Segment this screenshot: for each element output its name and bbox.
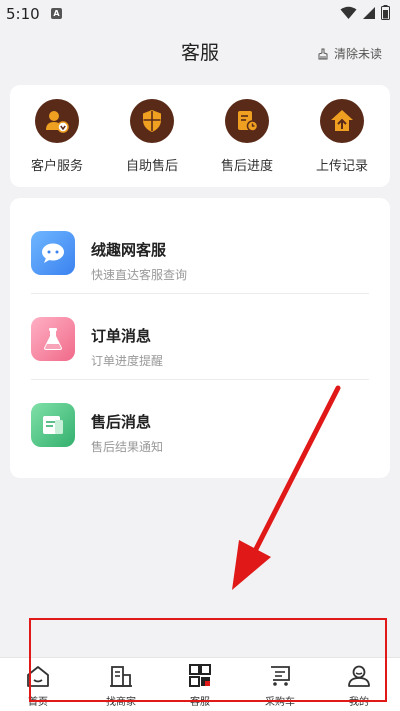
tab-customer-service[interactable]: 客服: [165, 664, 235, 708]
status-time: 5:10: [6, 5, 40, 23]
cart-icon: [271, 666, 290, 686]
progress-doc-icon: [225, 99, 269, 143]
clear-unread-button[interactable]: 清除未读: [317, 45, 382, 62]
quick-action-label: 客户服务: [30, 159, 83, 174]
tab-find-merchant[interactable]: 找商家: [86, 664, 156, 708]
message-title: 订单消息: [91, 327, 152, 345]
quick-action-progress[interactable]: 售后进度: [207, 99, 287, 174]
tab-mine[interactable]: 我的: [324, 664, 394, 708]
message-list-card: 绒趣网客服 快速直达客服查询 订单消息 订单进度提醒 售后消息 售后结果通知: [10, 198, 390, 478]
quick-action-label: 自助售后: [125, 159, 178, 174]
message-row-order[interactable]: 订单消息 订单进度提醒: [10, 294, 390, 380]
tab-label: 采购车: [265, 697, 295, 708]
profile-icon: [348, 665, 370, 687]
message-title: 绒趣网客服: [91, 241, 167, 259]
tab-label: 首页: [28, 697, 48, 708]
upload-icon: [320, 99, 364, 143]
customer-service-icon: [35, 99, 79, 143]
page-header: 客服 清除未读: [0, 28, 400, 76]
message-subtitle: 售后结果通知: [91, 440, 164, 454]
quick-action-customer-service[interactable]: 客户服务: [17, 99, 97, 174]
status-bar: 5:10 A: [0, 0, 400, 28]
broom-icon: [318, 48, 328, 59]
system-icons: [340, 5, 390, 20]
quick-action-self-service[interactable]: 自助售后: [112, 99, 192, 174]
message-subtitle: 订单进度提醒: [91, 354, 164, 368]
flask-icon: [31, 317, 75, 361]
message-row-customer-service[interactable]: 绒趣网客服 快速直达客服查询: [10, 208, 390, 294]
shield-icon: [130, 99, 174, 143]
signal-icon: [363, 6, 375, 19]
notification-icon: A: [51, 8, 62, 19]
message-title: 售后消息: [91, 413, 152, 431]
quick-action-label: 售后进度: [220, 159, 273, 174]
bottom-tab-bar: 首页 找商家 客服 采购车 我的: [0, 657, 400, 711]
quick-action-label: 上传记录: [315, 159, 368, 174]
message-row-after-sales[interactable]: 售后消息 售后结果通知: [10, 380, 390, 466]
quick-actions-card: 客户服务 自助售后 售后进度 上传记录: [10, 85, 390, 187]
tab-label: 我的: [349, 697, 369, 708]
tab-label: 客服: [190, 697, 210, 708]
battery-icon: [381, 5, 390, 20]
tab-purchase-cart[interactable]: 采购车: [245, 664, 315, 708]
grid-icon: [189, 664, 211, 687]
chat-bubble-icon: [31, 231, 75, 275]
message-subtitle: 快速直达客服查询: [91, 268, 188, 282]
wifi-icon: [340, 6, 357, 19]
tab-home[interactable]: 首页: [3, 664, 73, 708]
quick-action-upload-records[interactable]: 上传记录: [302, 99, 382, 174]
home-icon: [27, 666, 49, 687]
tab-label: 找商家: [106, 697, 136, 708]
store-icon: [110, 666, 132, 687]
note-icon: [31, 403, 75, 447]
clear-unread-label: 清除未读: [333, 47, 382, 61]
